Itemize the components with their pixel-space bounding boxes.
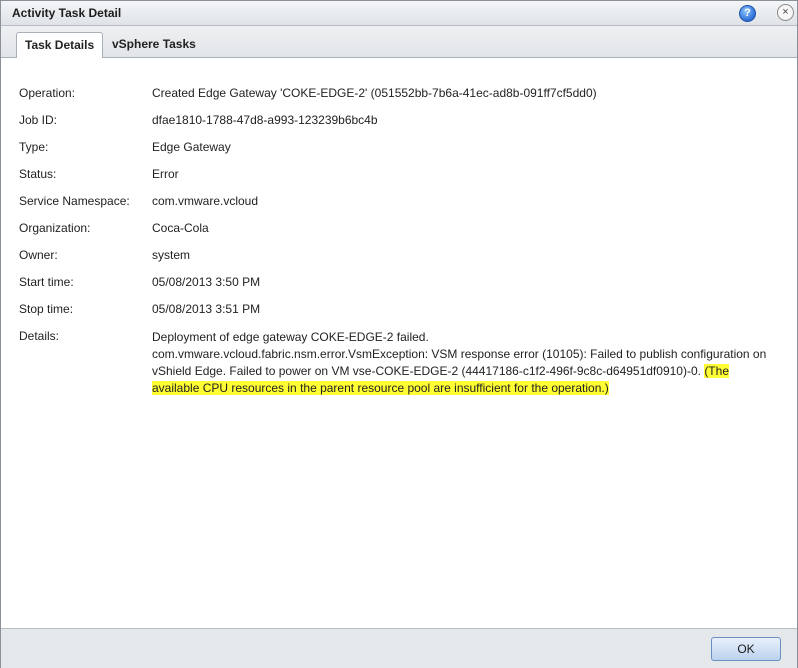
job-id-label: Job ID: (19, 113, 58, 127)
status-value: Error (152, 167, 179, 181)
tab-bar: Task Details vSphere Tasks (1, 26, 797, 59)
details-line-1: Deployment of edge gateway COKE-EDGE-2 f… (152, 330, 429, 344)
ok-button[interactable]: OK (711, 637, 781, 661)
stop-time-value: 05/08/2013 3:51 PM (152, 302, 261, 316)
type-label: Type: (19, 140, 49, 154)
help-icon[interactable]: ? (739, 5, 756, 22)
service-namespace-value: com.vmware.vcloud (152, 194, 259, 208)
dialog-title: Activity Task Detail (12, 6, 122, 20)
details-value: Deployment of edge gateway COKE-EDGE-2 f… (152, 329, 772, 397)
operation-value: Created Edge Gateway 'COKE-EDGE-2' (0515… (152, 86, 597, 100)
dialog-footer: OK (1, 628, 797, 668)
job-id-value: dfae1810-1788-47d8-a993-123239b6bc4b (152, 113, 378, 127)
details-line-2: com.vmware.vcloud.fabric.nsm.error.VsmEx… (152, 346, 772, 397)
task-details-panel: Operation: Created Edge Gateway 'COKE-ED… (1, 58, 797, 628)
status-label: Status: (19, 167, 57, 181)
service-namespace-label: Service Namespace: (19, 194, 130, 208)
operation-label: Operation: (19, 86, 76, 100)
stop-time-label: Stop time: (19, 302, 74, 316)
owner-value: system (152, 248, 191, 262)
start-time-label: Start time: (19, 275, 74, 289)
close-icon[interactable]: × (777, 4, 794, 21)
organization-label: Organization: (19, 221, 91, 235)
activity-task-detail-dialog: Activity Task Detail ? × Task Details vS… (0, 0, 798, 668)
type-value: Edge Gateway (152, 140, 231, 154)
owner-label: Owner: (19, 248, 58, 262)
details-error-text: com.vmware.vcloud.fabric.nsm.error.VsmEx… (152, 347, 767, 378)
organization-value: Coca-Cola (152, 221, 209, 235)
tab-task-details[interactable]: Task Details (16, 32, 104, 59)
tab-vsphere-tasks[interactable]: vSphere Tasks (104, 32, 204, 56)
start-time-value: 05/08/2013 3:50 PM (152, 275, 261, 289)
details-label: Details: (19, 329, 60, 343)
title-bar[interactable]: Activity Task Detail ? × (1, 1, 797, 26)
